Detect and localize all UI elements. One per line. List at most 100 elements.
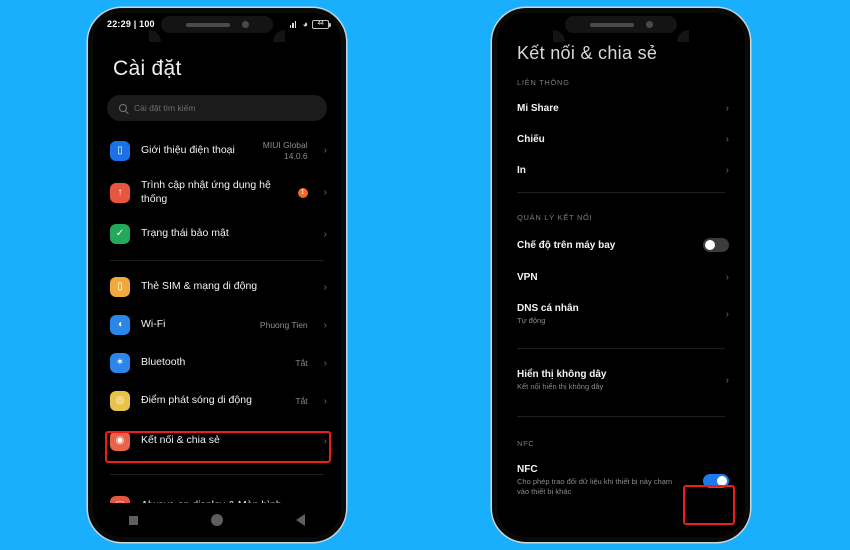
list-item-print[interactable]: In ›	[497, 155, 745, 186]
right-status-bar	[497, 13, 745, 42]
list-item-connection-sharing[interactable]: ◉ Kết nối & chia sẻ ›	[93, 422, 341, 460]
list-item-wifi[interactable]: ◖ Wi-Fi Phuong Tien ›	[93, 306, 341, 344]
list-item-main: Chiếu	[517, 134, 721, 145]
list-item-label: Trạng thái bảo mật	[141, 227, 229, 240]
list-item-label: Thẻ SIM & mạng di động	[141, 280, 258, 293]
system-updater-icon: ↑	[110, 182, 130, 203]
left-phone-frame: 22:29 | 100 ◕ 44 Cài đặt Cài đặt tìm kiế…	[88, 8, 346, 542]
list-item-main: Hiển thị không dây Kết nối hiển thị khôn…	[517, 369, 721, 392]
list-item-subtitle: Tự động	[517, 316, 546, 325]
list-item-label: Kết nối & chia sẻ	[141, 434, 220, 447]
left-nav-bar	[93, 503, 341, 537]
list-item-mobile-hotspot[interactable]: ◎ Điểm phát sóng di động Tắt ›	[93, 382, 341, 420]
section-header-nfc: NFC	[517, 439, 535, 449]
chevron-right-icon: ›	[725, 103, 729, 114]
list-item-title: Mi Share	[517, 103, 559, 114]
list-item-vpn[interactable]: VPN ›	[497, 262, 745, 293]
list-item-private-dns[interactable]: DNS cá nhân Tự động ›	[497, 293, 745, 336]
list-item-security-status[interactable]: ✓ Trạng thái bảo mật ›	[93, 215, 341, 253]
section-divider	[517, 192, 725, 193]
left-phone-volume-up-button[interactable]	[88, 117, 91, 151]
page-title: Kết nối & chia sẻ	[517, 43, 658, 63]
list-item-main: NFC Cho phép trao đổi dữ liệu khi thiết …	[517, 464, 703, 497]
list-item-system-updater[interactable]: ↑ Trình cập nhật ứng dụng hệ thống 1 ›	[93, 170, 341, 215]
cellular-signal-icon	[289, 20, 299, 28]
right-phone-volume-up-button[interactable]	[492, 83, 495, 113]
notch-island	[565, 16, 677, 33]
list-item-label: Điểm phát sóng di động	[141, 394, 252, 407]
list-item-subtitle: Cho phép trao đổi dữ liệu khi thiết bị n…	[517, 477, 673, 497]
settings-list: ▯ Giới thiệu điện thoại MIUI Global 14.0…	[93, 131, 341, 525]
notch-wing-left	[149, 30, 161, 42]
status-badge: 1	[297, 187, 308, 198]
settings-page: Cài đặt Cài đặt tìm kiếm ▯ Giới thiệu đi…	[93, 35, 341, 525]
airplane-mode-toggle[interactable]	[703, 238, 729, 252]
phone-info-icon: ▯	[110, 140, 130, 161]
chevron-right-icon: ›	[323, 228, 327, 240]
chevron-right-icon: ›	[323, 319, 327, 331]
battery-level-label: 44	[317, 21, 324, 27]
list-item-title: In	[517, 165, 526, 176]
recents-square-icon[interactable]	[129, 515, 139, 525]
wifi-icon: ◕	[302, 18, 308, 29]
nfc-toggle[interactable]	[703, 473, 729, 488]
left-phone-screen: 22:29 | 100 ◕ 44 Cài đặt Cài đặt tìm kiế…	[93, 13, 341, 537]
list-item-mi-share[interactable]: Mi Share ›	[497, 93, 745, 124]
list-item-bluetooth[interactable]: ✶ Bluetooth Tắt ›	[93, 344, 341, 382]
list-item-title: Chế độ trên máy bay	[517, 239, 616, 251]
sim-card-icon: ▯	[110, 277, 130, 298]
list-item-nfc[interactable]: NFC Cho phép trao đổi dữ liệu khi thiết …	[497, 454, 745, 507]
home-circle-icon[interactable]	[210, 514, 223, 526]
list-item-sim-network[interactable]: ▯ Thẻ SIM & mạng di động ›	[93, 268, 341, 306]
list-item-cast[interactable]: Chiếu ›	[497, 124, 745, 155]
list-item-value: Tắt	[295, 395, 308, 406]
list-divider	[110, 474, 324, 476]
list-item-main: DNS cá nhân Tự động	[517, 303, 721, 326]
section-header-quan-ly-ket-noi: QUẢN LÝ KẾT NỐI	[517, 213, 593, 222]
left-status-bar: 22:29 | 100 ◕ 44	[93, 13, 341, 42]
wifi-settings-icon: ◖	[110, 315, 130, 336]
list-item-value: Phuong Tien	[259, 319, 308, 330]
right-phone-screen: Kết nối & chia sẻ LIÊN THÔNG Mi Share › …	[497, 13, 745, 537]
chevron-right-icon: ›	[725, 272, 729, 283]
page-title: Cài đặt	[113, 57, 182, 80]
list-item-title: Hiển thị không dây	[517, 369, 607, 381]
toggle-knob	[705, 240, 715, 250]
list-item-subtitle: Kết nối hiển thị không dây	[517, 382, 604, 392]
back-triangle-icon[interactable]	[295, 514, 305, 526]
chevron-right-icon: ›	[725, 375, 729, 387]
search-input[interactable]: Cài đặt tìm kiếm	[107, 95, 327, 121]
battery-icon: 44	[312, 19, 331, 29]
notch-island	[161, 16, 273, 33]
list-item-main: Chế độ trên máy bay	[517, 240, 703, 251]
chevron-right-icon: ›	[725, 165, 729, 176]
chevron-right-icon: ›	[725, 309, 729, 321]
left-phone-button-top[interactable]	[88, 71, 91, 93]
chevron-right-icon: ›	[323, 435, 327, 447]
search-icon	[119, 104, 127, 112]
chevron-right-icon: ›	[323, 145, 327, 157]
toggle-knob	[717, 475, 727, 486]
list-item-title: NFC	[517, 464, 538, 476]
list-item-label: Giới thiệu điện thoại	[141, 143, 235, 156]
list-item-title: VPN	[517, 272, 538, 283]
right-phone-volume-down-button[interactable]	[492, 125, 495, 155]
list-divider	[110, 260, 324, 262]
list-item-label: Trình cập nhật ứng dụng hệ thống	[141, 179, 271, 205]
chevron-right-icon: ›	[323, 187, 327, 199]
list-item-main: In	[517, 165, 721, 176]
front-camera-icon	[241, 21, 249, 28]
earpiece-speaker	[185, 22, 230, 27]
chevron-right-icon: ›	[323, 281, 327, 293]
left-phone-volume-down-button[interactable]	[88, 163, 91, 197]
list-item-value: MIUI Global 14.0.6	[262, 140, 308, 161]
security-status-icon: ✓	[110, 224, 130, 245]
list-item-airplane-mode[interactable]: Chế độ trên máy bay	[497, 228, 745, 262]
list-item-main: Mi Share	[517, 103, 721, 114]
chevron-right-icon: ›	[323, 395, 327, 407]
connection-sharing-icon: ◉	[110, 431, 130, 452]
chevron-right-icon: ›	[725, 134, 729, 145]
section-header-lien-thong: LIÊN THÔNG	[517, 78, 570, 87]
list-item-phone-info[interactable]: ▯ Giới thiệu điện thoại MIUI Global 14.0…	[93, 131, 341, 170]
list-item-wireless-display[interactable]: Hiển thị không dây Kết nối hiển thị khôn…	[497, 355, 745, 402]
